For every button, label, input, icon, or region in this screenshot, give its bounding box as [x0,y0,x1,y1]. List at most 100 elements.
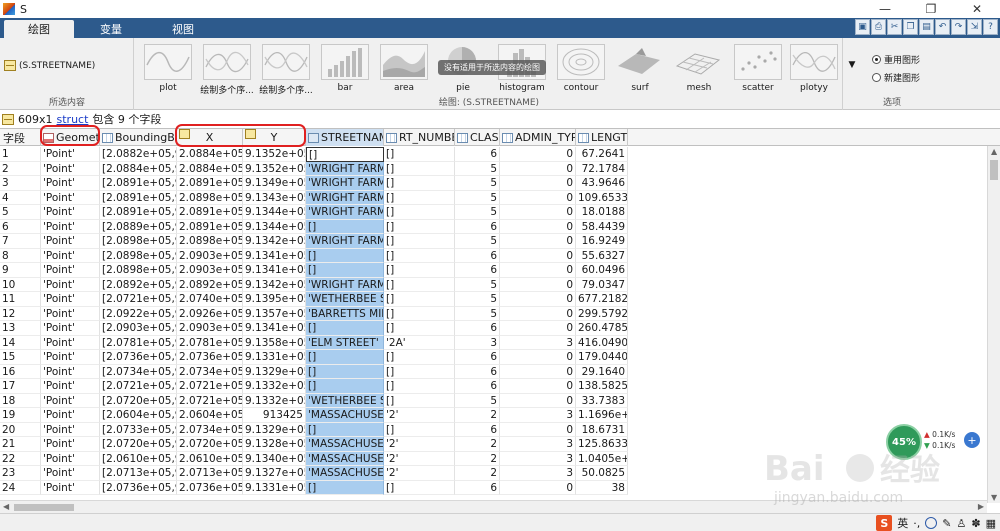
length-cell[interactable]: 18.0188 [576,205,628,220]
x-cell[interactable]: 2.0891e+05 [177,205,243,220]
table-row[interactable]: 20'Point'[2.0733e+05,9....2.0734e+059.13… [0,422,1000,437]
x-cell[interactable]: 2.0898e+05 [177,190,243,205]
rt-number-cell[interactable]: [] [384,219,455,234]
scroll-thumb[interactable] [990,160,998,180]
length-cell[interactable]: 72.1784 [576,161,628,176]
boundingbox-cell[interactable]: [2.0720e+05,9.... [100,393,177,408]
print-icon[interactable]: ⎙ [871,19,886,35]
class-cell[interactable]: 2 [455,408,500,423]
boundingbox-cell[interactable]: [2.0903e+05,9.... [100,321,177,336]
length-cell[interactable]: 60.0496 [576,263,628,278]
admin-type-cell[interactable]: 0 [500,350,576,365]
copy-icon[interactable]: ❐ [903,19,918,35]
geometry-cell[interactable]: 'Point' [41,190,100,205]
scroll-up-icon[interactable]: ▲ [991,147,997,156]
y-cell[interactable]: 9.1331e+05 [243,350,306,365]
boundingbox-cell[interactable]: [2.0721e+05,9.... [100,292,177,307]
rt-number-cell[interactable]: '2' [384,408,455,423]
class-cell[interactable]: 5 [455,205,500,220]
rt-number-cell[interactable]: [] [384,147,455,162]
length-cell[interactable]: 138.5825 [576,379,628,394]
y-cell[interactable]: 9.1358e+05 [243,335,306,350]
rt-number-cell[interactable]: [] [384,263,455,278]
admin-type-cell[interactable]: 3 [500,335,576,350]
geometry-cell[interactable]: 'Point' [41,321,100,336]
x-cell[interactable]: 2.0926e+05 [177,306,243,321]
admin-type-cell[interactable]: 0 [500,277,576,292]
geometry-cell[interactable]: 'Point' [41,147,100,162]
geometry-cell[interactable]: 'Point' [41,451,100,466]
table-row[interactable]: 18'Point'[2.0720e+05,9....2.0721e+059.13… [0,393,1000,408]
streetname-cell[interactable]: 'MASSACHUSE... [306,437,384,452]
class-cell[interactable]: 6 [455,422,500,437]
geometry-cell[interactable]: 'Point' [41,277,100,292]
geometry-cell[interactable]: 'Point' [41,161,100,176]
table-row[interactable]: 14'Point'[2.0781e+05,9....2.0781e+059.13… [0,335,1000,350]
boundingbox-cell[interactable]: [2.0898e+05,9.... [100,234,177,249]
boundingbox-cell[interactable]: [2.0922e+05,9.... [100,306,177,321]
x-cell[interactable]: 2.0903e+05 [177,263,243,278]
boundingbox-cell[interactable]: [2.0736e+05,9.... [100,480,177,495]
rt-number-cell[interactable]: '2A' [384,335,455,350]
x-cell[interactable]: 2.0781e+05 [177,335,243,350]
streetname-cell[interactable]: [] [306,263,384,278]
y-cell[interactable]: 9.1341e+05 [243,248,306,263]
x-cell[interactable]: 2.0891e+05 [177,176,243,191]
class-cell[interactable]: 6 [455,350,500,365]
length-cell[interactable]: 299.5792 [576,306,628,321]
streetname-cell[interactable]: [] [306,248,384,263]
toolbox-icon[interactable]: ▦ [986,517,996,530]
horizontal-scrollbar[interactable]: ◀ ▶ [0,500,987,513]
geometry-cell[interactable]: 'Point' [41,408,100,423]
column-header-admin-type[interactable]: ADMIN_TYP [500,129,576,146]
table-row[interactable]: 23'Point'[2.0713e+05,9....2.0713e+059.13… [0,466,1000,481]
boundingbox-cell[interactable]: [2.0781e+05,9.... [100,335,177,350]
streetname-cell[interactable]: [] [306,219,384,234]
streetname-cell[interactable]: [] [306,364,384,379]
column-header-y[interactable]: Y [243,129,306,146]
rt-number-cell[interactable]: [] [384,176,455,191]
length-cell[interactable]: 260.4785 [576,321,628,336]
length-cell[interactable]: 43.9646 [576,176,628,191]
class-cell[interactable]: 6 [455,248,500,263]
x-cell[interactable]: 2.0884e+05 [177,161,243,176]
x-cell[interactable]: 2.0721e+05 [177,379,243,394]
class-cell[interactable]: 6 [455,321,500,336]
class-cell[interactable]: 6 [455,480,500,495]
boundingbox-cell[interactable]: [2.0604e+05,9.... [100,408,177,423]
column-header-x[interactable]: X [177,129,243,146]
geometry-cell[interactable]: 'Point' [41,379,100,394]
rt-number-cell[interactable]: '2' [384,451,455,466]
x-cell[interactable]: 2.0713e+05 [177,466,243,481]
rt-number-cell[interactable]: '2' [384,437,455,452]
admin-type-cell[interactable]: 0 [500,379,576,394]
y-cell[interactable]: 9.1327e+05 [243,466,306,481]
class-cell[interactable]: 2 [455,437,500,452]
geometry-cell[interactable]: 'Point' [41,480,100,495]
admin-type-cell[interactable]: 3 [500,437,576,452]
admin-type-cell[interactable]: 0 [500,292,576,307]
table-row[interactable]: 17'Point'[2.0721e+05,9....2.0721e+059.13… [0,379,1000,394]
length-cell[interactable]: 18.6731 [576,422,628,437]
table-row[interactable]: 5'Point'[2.0891e+05,9....2.0891e+059.134… [0,205,1000,220]
tab-view[interactable]: 视图 [148,20,218,38]
table-row[interactable]: 4'Point'[2.0891e+05,9....2.0898e+059.134… [0,190,1000,205]
ime-language[interactable]: 英 [897,515,908,531]
streetname-cell[interactable]: 'BARRETTS MIL... [306,306,384,321]
admin-type-cell[interactable]: 0 [500,205,576,220]
plot-gallery-item[interactable]: scatter [729,44,787,93]
streetname-cell[interactable]: [] [306,379,384,394]
admin-type-cell[interactable]: 0 [500,306,576,321]
admin-type-cell[interactable]: 0 [500,321,576,336]
streetname-cell[interactable]: 'MASSACHUSE... [306,451,384,466]
plot-gallery-item[interactable]: plotyy [785,44,843,93]
rt-number-cell[interactable]: [] [384,161,455,176]
x-cell[interactable]: 2.0891e+05 [177,219,243,234]
length-cell[interactable]: 79.0347 [576,277,628,292]
x-cell[interactable]: 2.0610e+05 [177,451,243,466]
boundingbox-cell[interactable]: [2.0891e+05,9.... [100,176,177,191]
plot-gallery-item[interactable]: plot [139,44,197,93]
admin-type-cell[interactable]: 0 [500,393,576,408]
streetname-cell[interactable]: 'WRIGHT FARM' [306,161,384,176]
scroll-right-icon[interactable]: ▶ [978,502,984,511]
